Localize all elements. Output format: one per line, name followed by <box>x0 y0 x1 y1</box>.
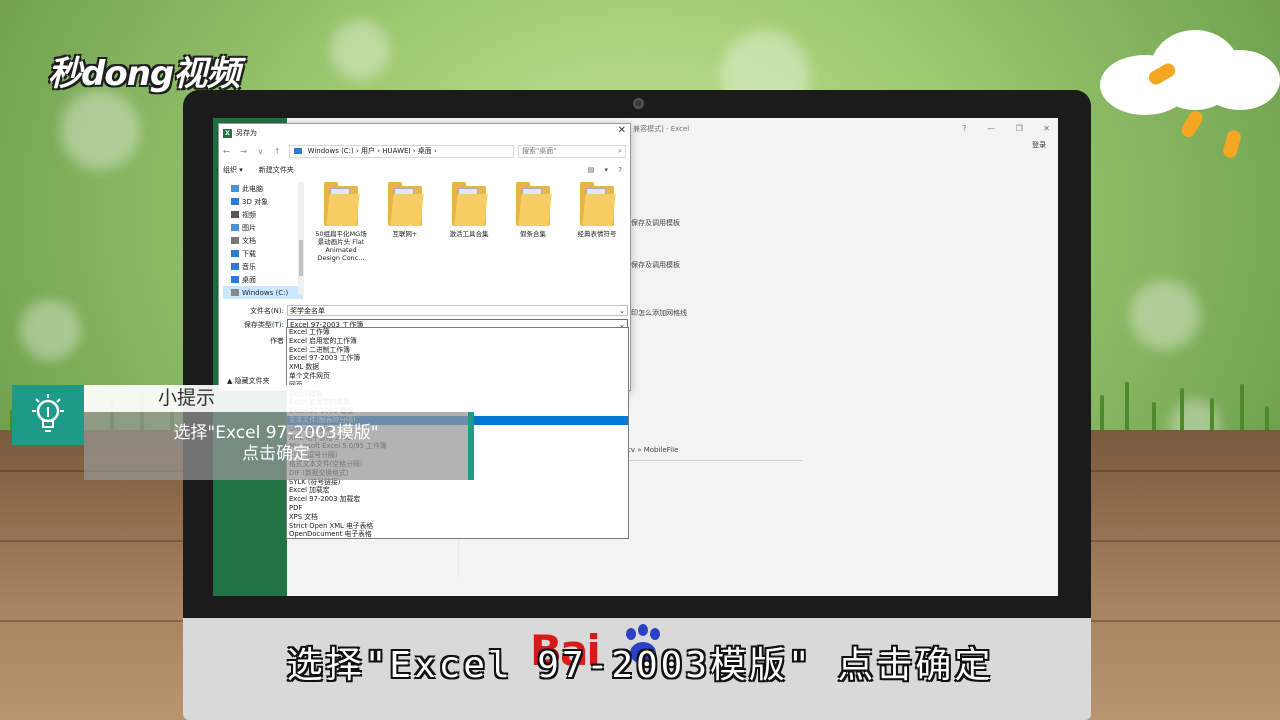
navigation-pane: 此电脑 3D 对象视频图片文档下载音乐桌面 Windows (C:) <box>223 182 303 299</box>
nav-item-label: Windows (C:) <box>242 288 289 297</box>
recent-item[interactable]: 保存及调用模板 <box>631 260 680 270</box>
nav-item-label: 图片 <box>242 223 256 232</box>
address-bar[interactable]: Windows (C:) › 用户 › HUAWEI › 桌面 › <box>288 144 514 158</box>
tip-accent-bar <box>468 412 474 480</box>
filetype-option[interactable]: Excel 加载宏 <box>287 486 628 495</box>
folder-icon <box>231 263 239 270</box>
file-item[interactable]: 激活工具合集 <box>443 182 495 294</box>
nav-item-label: 桌面 <box>242 275 256 284</box>
nav-scrollbar[interactable] <box>298 182 304 294</box>
nav-item[interactable]: 下载 <box>223 247 303 260</box>
author-label: 作者 <box>270 336 284 345</box>
folder-icon <box>231 211 239 218</box>
brand-logo: 秒dong视频 <box>48 54 240 94</box>
folder-icon <box>293 148 302 154</box>
dialog-title-bar: X 另存为 <box>223 127 257 139</box>
filetype-option[interactable]: Excel 工作簿 <box>287 328 628 337</box>
nav-item-label: 音乐 <box>242 262 256 271</box>
file-item-label: 互联网+ <box>392 230 418 238</box>
tip-body: 选择"Excel 97-2003模版" 点击确定 <box>84 412 468 480</box>
file-item[interactable]: 经典表情符号 <box>571 182 623 294</box>
filetype-option[interactable]: Excel 97-2003 加载宏 <box>287 495 628 504</box>
folder-icon <box>388 182 424 226</box>
filetype-option[interactable]: PDF <box>287 504 628 513</box>
filetype-option[interactable]: Excel 启用宏的工作簿 <box>287 337 628 346</box>
filename-label: 文件名(N): <box>249 306 284 315</box>
view-options-button[interactable]: ▤ ▾ ? <box>588 166 626 174</box>
organize-button[interactable]: 组织 ▾ <box>223 165 243 175</box>
dialog-toolbar: 组织 ▾ 新建文件夹 ▤ ▾ ? <box>223 164 626 176</box>
tip-heading: 小提示 <box>84 385 398 412</box>
window-controls[interactable]: ? — ❐ ✕ <box>962 124 1050 133</box>
file-item[interactable]: 互联网+ <box>379 182 431 294</box>
search-input[interactable]: 搜索"桌面" ⌕ <box>518 144 626 158</box>
file-item-label: 激活工具合集 <box>449 230 489 238</box>
file-item[interactable]: 50组扁平化MG场景动画片头 Flat Animated Design Conc… <box>315 182 367 294</box>
nav-item-label: 3D 对象 <box>242 197 269 206</box>
chevron-down-icon: ⌄ <box>619 306 625 315</box>
folder-icon <box>231 224 239 231</box>
subtitle-caption: 选择"Excel 97-2003模版" 点击确定 <box>286 645 994 686</box>
breadcrumb[interactable]: Windows (C:) › 用户 › HUAWEI › 桌面 › <box>308 146 437 156</box>
nav-item[interactable]: 此电脑 <box>223 182 303 195</box>
recent-item[interactable]: 保存及调用模板 <box>631 218 680 228</box>
file-item-label: 假条合集 <box>520 230 546 238</box>
dialog-title: 另存为 <box>236 129 257 137</box>
filetype-option[interactable]: XPS 文档 <box>287 513 628 522</box>
folder-icon <box>231 276 239 283</box>
recent-path[interactable]: cv » MobileFile <box>627 446 678 454</box>
nav-item[interactable]: 视频 <box>223 208 303 221</box>
filetype-option[interactable]: OpenDocument 电子表格 <box>287 530 628 539</box>
webcam <box>633 98 644 109</box>
login-link[interactable]: 登录 <box>1032 140 1046 150</box>
filename-input[interactable]: 奖学金名单 ⌄ <box>287 305 628 316</box>
folder-icon <box>231 250 239 257</box>
file-item-label: 50组扁平化MG场景动画片头 Flat Animated Design Conc… <box>315 230 367 262</box>
lightbulb-icon <box>12 385 84 445</box>
filetype-option[interactable]: Strict Open XML 电子表格 <box>287 522 628 531</box>
new-folder-button[interactable]: 新建文件夹 <box>259 165 294 175</box>
nav-item-label: 此电脑 <box>242 184 263 193</box>
folder-icon <box>516 182 552 226</box>
nav-item[interactable]: 音乐 <box>223 260 303 273</box>
nav-item[interactable]: 桌面 <box>223 273 303 286</box>
folder-icon <box>324 182 360 226</box>
folder-icon <box>231 198 239 205</box>
folder-icon <box>231 237 239 244</box>
filetype-option[interactable]: XML 数据 <box>287 363 628 372</box>
address-row: ← → ∨ ↑ Windows (C:) › 用户 › HUAWEI › 桌面 … <box>223 144 626 158</box>
tip-line: 点击确定 <box>242 444 310 464</box>
nav-item[interactable]: 3D 对象 <box>223 195 303 208</box>
nav-item-label: 下载 <box>242 249 256 258</box>
filetype-label: 保存类型(T): <box>243 320 284 329</box>
recent-item[interactable]: 印怎么添加网格线 <box>631 308 687 318</box>
nav-item[interactable]: 图片 <box>223 221 303 234</box>
nav-item[interactable]: Windows (C:) <box>223 286 303 299</box>
folder-icon <box>231 185 239 192</box>
file-item-label: 经典表情符号 <box>577 230 617 238</box>
folder-icon <box>231 289 239 296</box>
nav-item-label: 文档 <box>242 236 256 245</box>
tip-line: 选择"Excel 97-2003模版" <box>173 423 379 443</box>
file-list: 50组扁平化MG场景动画片头 Flat Animated Design Conc… <box>311 182 629 294</box>
folder-icon <box>452 182 488 226</box>
folder-icon <box>580 182 616 226</box>
search-icon: ⌕ <box>618 146 622 155</box>
filename-row: 文件名(N): 奖学金名单 ⌄ <box>223 305 628 316</box>
nav-arrows-icon[interactable]: ← → ∨ ↑ <box>223 147 285 156</box>
file-item[interactable]: 假条合集 <box>507 182 559 294</box>
close-icon[interactable]: ✕ <box>618 125 626 136</box>
filetype-option[interactable]: 单个文件网页 <box>287 372 628 381</box>
excel-icon: X <box>223 128 232 138</box>
nav-item-label: 视频 <box>242 210 256 219</box>
nav-item[interactable]: 文档 <box>223 234 303 247</box>
filetype-option[interactable]: Excel 97-2003 工作簿 <box>287 354 628 363</box>
excel-window-title: 兼容模式] - Excel <box>633 125 690 133</box>
